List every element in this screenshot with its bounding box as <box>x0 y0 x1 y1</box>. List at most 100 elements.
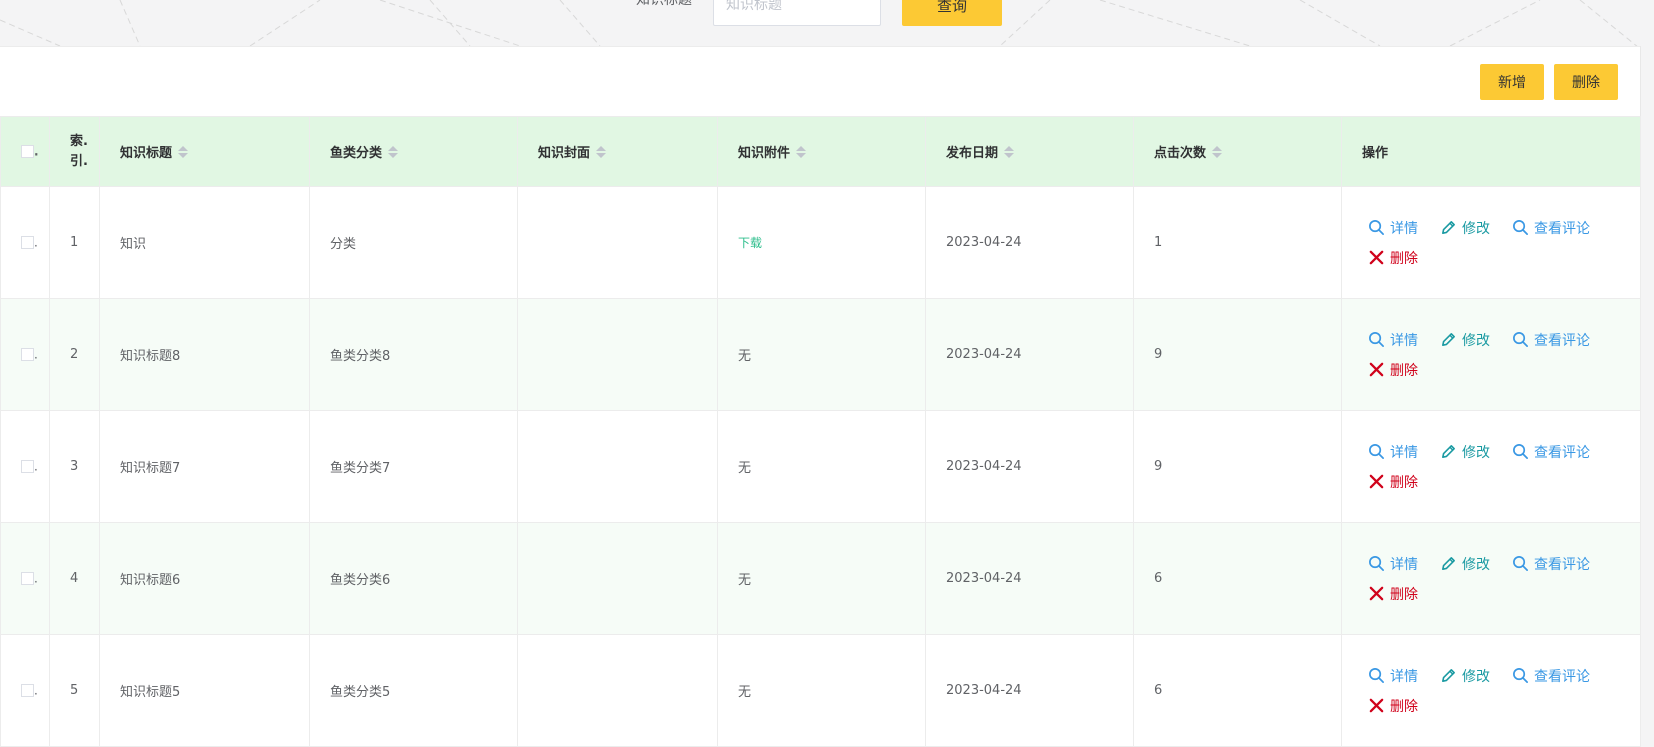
view-detail-button[interactable]: 详情 <box>1368 442 1418 462</box>
search-icon <box>1513 668 1528 683</box>
table-row: . 5 知识标题5 鱼类分类5 无 2023-04-24 6 详情 修改 查看评… <box>0 634 1641 747</box>
pencil-icon <box>1442 445 1455 458</box>
search-icon <box>1369 444 1384 459</box>
view-comments-button[interactable]: 查看评论 <box>1512 442 1590 462</box>
table-row: . 1 知识 分类 下载 2023-04-24 1 详情 修改 查看评论 删除 <box>0 186 1641 299</box>
row-clicks: 9 <box>1133 410 1342 523</box>
edit-button[interactable]: 修改 <box>1440 330 1490 350</box>
header-attachment[interactable]: 知识附件 <box>717 116 926 187</box>
knowledge-table: . 索. 引. 知识标题 鱼类分类 知识封面 知识附件 发布日期 点击次数 操作 … <box>0 116 1641 747</box>
row-date: 2023-04-24 <box>925 298 1134 411</box>
row-checkbox[interactable] <box>21 572 34 585</box>
edit-button[interactable]: 修改 <box>1440 442 1490 462</box>
header-date[interactable]: 发布日期 <box>925 116 1134 187</box>
row-checkbox[interactable] <box>21 460 34 473</box>
content-panel: 新增 删除 . 索. 引. 知识标题 鱼类分类 知识封面 知识附件 发布日期 点… <box>0 46 1641 747</box>
row-attachment: 无 <box>717 298 926 411</box>
row-select-cell: . <box>0 298 50 411</box>
row-attachment: 无 <box>717 522 926 635</box>
batch-delete-button[interactable]: 删除 <box>1554 64 1618 100</box>
scrollbar[interactable] <box>1640 46 1654 701</box>
edit-button[interactable]: 修改 <box>1440 666 1490 686</box>
search-icon <box>1369 668 1384 683</box>
edit-button[interactable]: 修改 <box>1440 218 1490 238</box>
header-category[interactable]: 鱼类分类 <box>309 116 518 187</box>
sort-icon[interactable] <box>796 145 807 158</box>
search-icon <box>1369 556 1384 571</box>
row-select-cell: . <box>0 186 50 299</box>
close-icon <box>1369 362 1384 377</box>
row-title: 知识 <box>99 186 310 299</box>
sort-icon[interactable] <box>1212 145 1223 158</box>
sort-icon[interactable] <box>1004 145 1015 158</box>
add-button[interactable]: 新增 <box>1480 64 1544 100</box>
view-detail-button[interactable]: 详情 <box>1368 666 1418 686</box>
row-index: 1 <box>49 186 100 299</box>
search-button[interactable]: 查询 <box>902 0 1002 26</box>
row-cover <box>517 522 718 635</box>
header-title[interactable]: 知识标题 <box>99 116 310 187</box>
row-checkbox[interactable] <box>21 236 34 249</box>
row-clicks: 9 <box>1133 298 1342 411</box>
delete-button[interactable]: 删除 <box>1368 696 1418 716</box>
search-label: 知识标题 <box>636 0 692 8</box>
row-clicks: 6 <box>1133 522 1342 635</box>
row-actions: 详情 修改 查看评论 删除 <box>1341 634 1641 747</box>
sort-icon[interactable] <box>178 145 189 158</box>
row-actions: 详情 修改 查看评论 删除 <box>1341 186 1641 299</box>
row-clicks: 1 <box>1133 186 1342 299</box>
table-row: . 3 知识标题7 鱼类分类7 无 2023-04-24 9 详情 修改 查看评… <box>0 410 1641 523</box>
row-select-cell: . <box>0 634 50 747</box>
sort-icon[interactable] <box>596 145 607 158</box>
close-icon <box>1369 698 1384 713</box>
delete-button[interactable]: 删除 <box>1368 248 1418 268</box>
table-header-row: . 索. 引. 知识标题 鱼类分类 知识封面 知识附件 发布日期 点击次数 操作 <box>0 116 1641 187</box>
edit-button[interactable]: 修改 <box>1440 554 1490 574</box>
delete-button[interactable]: 删除 <box>1368 584 1418 604</box>
header-clicks[interactable]: 点击次数 <box>1133 116 1342 187</box>
download-link[interactable]: 下载 <box>738 236 762 250</box>
search-icon <box>1513 556 1528 571</box>
row-cover <box>517 410 718 523</box>
pencil-icon <box>1442 557 1455 570</box>
pencil-icon <box>1442 333 1455 346</box>
delete-button[interactable]: 删除 <box>1368 360 1418 380</box>
row-category: 鱼类分类8 <box>309 298 518 411</box>
close-icon <box>1369 250 1384 265</box>
search-icon <box>1513 444 1528 459</box>
row-cover <box>517 298 718 411</box>
view-comments-button[interactable]: 查看评论 <box>1512 218 1590 238</box>
row-index: 5 <box>49 634 100 747</box>
delete-button[interactable]: 删除 <box>1368 472 1418 492</box>
view-detail-button[interactable]: 详情 <box>1368 330 1418 350</box>
row-date: 2023-04-24 <box>925 522 1134 635</box>
row-date: 2023-04-24 <box>925 634 1134 747</box>
row-actions: 详情 修改 查看评论 删除 <box>1341 522 1641 635</box>
select-all-checkbox[interactable] <box>21 145 34 158</box>
row-cover <box>517 634 718 747</box>
row-date: 2023-04-24 <box>925 410 1134 523</box>
header-cover[interactable]: 知识封面 <box>517 116 718 187</box>
header-select-all[interactable]: . <box>0 116 50 187</box>
view-comments-button[interactable]: 查看评论 <box>1512 554 1590 574</box>
row-title: 知识标题5 <box>99 634 310 747</box>
row-index: 3 <box>49 410 100 523</box>
header-index: 索. 引. <box>49 116 100 187</box>
row-category: 分类 <box>309 186 518 299</box>
view-detail-button[interactable]: 详情 <box>1368 554 1418 574</box>
row-title: 知识标题8 <box>99 298 310 411</box>
search-input[interactable] <box>713 0 881 26</box>
row-checkbox[interactable] <box>21 684 34 697</box>
view-comments-button[interactable]: 查看评论 <box>1512 666 1590 686</box>
table-row: . 4 知识标题6 鱼类分类6 无 2023-04-24 6 详情 修改 查看评… <box>0 522 1641 635</box>
view-comments-button[interactable]: 查看评论 <box>1512 330 1590 350</box>
view-detail-button[interactable]: 详情 <box>1368 218 1418 238</box>
row-title: 知识标题7 <box>99 410 310 523</box>
row-checkbox[interactable] <box>21 348 34 361</box>
search-icon <box>1513 220 1528 235</box>
sort-icon[interactable] <box>388 145 399 158</box>
row-cover <box>517 186 718 299</box>
row-attachment: 无 <box>717 410 926 523</box>
row-title: 知识标题6 <box>99 522 310 635</box>
row-actions: 详情 修改 查看评论 删除 <box>1341 410 1641 523</box>
